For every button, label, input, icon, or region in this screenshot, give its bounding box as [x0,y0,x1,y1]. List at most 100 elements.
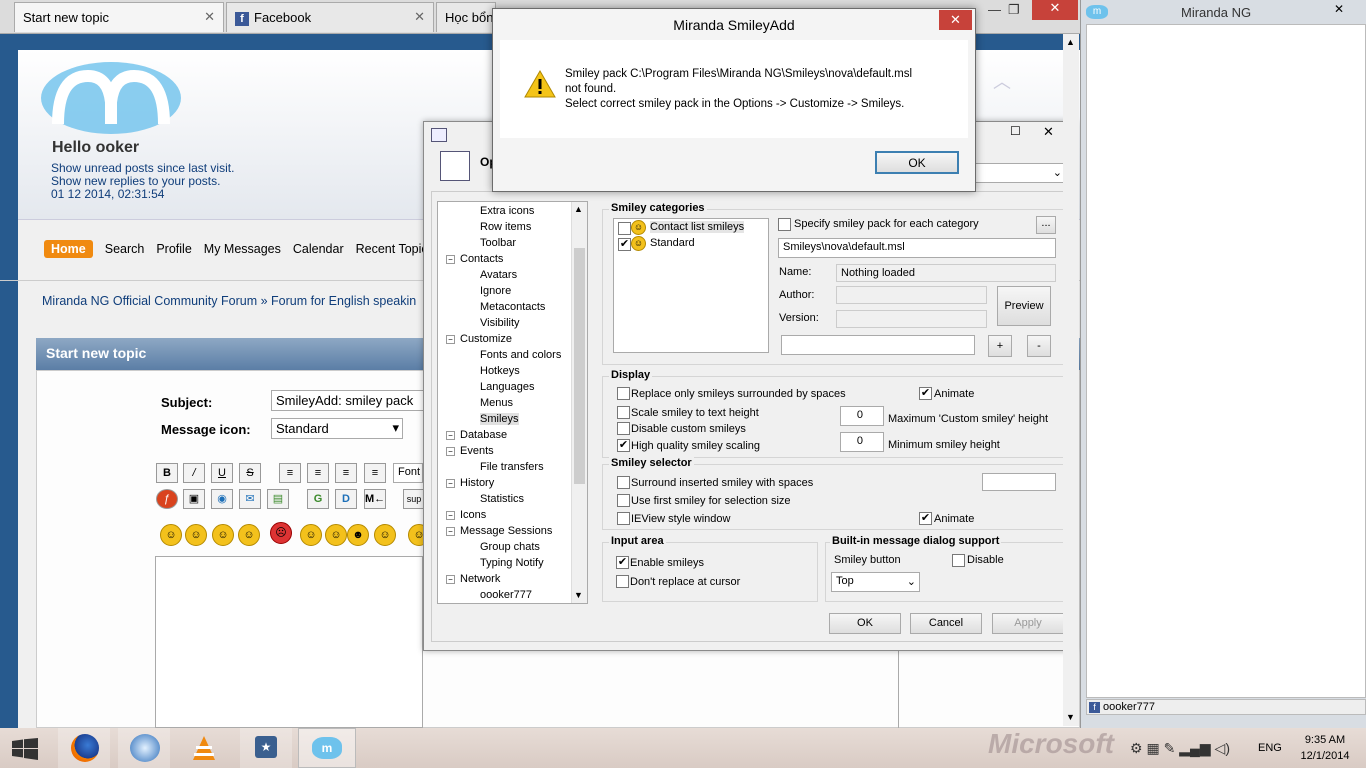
options-tree[interactable]: Extra icons Row items Toolbar Contacts − Avat… [437,201,588,604]
new-replies-link[interactable]: Show new replies to your posts. [51,174,220,188]
tree-item[interactable]: Network [460,573,500,585]
tree-expander-icon[interactable]: − [446,479,455,488]
close-icon[interactable]: ✕ [204,9,215,25]
min-height-spinner[interactable]: 0 [840,432,884,452]
tray-pen-icon[interactable]: ✎ [1164,740,1176,756]
strike-button[interactable]: S [239,463,261,483]
chevron-up-icon[interactable]: ︿ [993,68,1011,94]
tree-item[interactable]: Extra icons [480,205,534,217]
selector-color-box[interactable] [982,473,1056,491]
dont-replace-checkbox[interactable] [616,575,629,588]
tray-network-icon[interactable]: ▦ [1146,740,1159,756]
tree-expander-icon[interactable]: − [446,335,455,344]
smiley-icon[interactable]: ☺ [300,524,322,546]
tree-item[interactable]: Ignore [480,285,511,297]
disable-custom-checkbox[interactable] [617,422,630,435]
options-apply-button[interactable]: Apply [992,613,1064,634]
tree-item[interactable]: Message Sessions [460,525,552,537]
tree-item[interactable]: Customize [460,333,512,345]
nav-profile[interactable]: Profile [156,242,191,256]
pack-path-input[interactable]: Smileys\nova\default.msl [778,238,1056,258]
disable-button-checkbox[interactable] [952,554,965,567]
category-item[interactable]: Contact list smileys [650,221,745,233]
miranda-taskbar-button[interactable]: m [298,728,356,768]
tree-expander-icon[interactable]: − [446,447,455,456]
tree-item[interactable]: Icons [460,509,486,521]
superscript-button[interactable]: sup [403,489,425,509]
chevron-up-icon[interactable]: ▲ [574,204,583,214]
browse-button[interactable]: ... [1036,216,1056,234]
status-bar[interactable]: f oooker777 [1086,699,1366,715]
tree-item[interactable]: History [460,477,494,489]
preview-button[interactable]: Preview [997,286,1051,326]
tree-item[interactable]: Smileys [480,413,519,425]
email-icon[interactable]: ✉ [239,489,261,509]
tree-scrollbar[interactable]: ▲ ▼ [571,202,587,603]
tree-item[interactable]: Toolbar [480,237,516,249]
category-checkbox[interactable] [618,222,631,235]
tray-signal-icon[interactable]: ▂▄▆ [1179,740,1210,756]
close-icon[interactable]: ✕ [1334,2,1344,16]
underline-button[interactable]: U [211,463,233,483]
tree-item[interactable]: Row items [480,221,531,233]
msgbox-ok-button[interactable]: OK [875,151,959,174]
vlc-taskbar-button[interactable] [178,728,230,768]
tree-expander-icon[interactable]: − [446,575,455,584]
browser-scrollbar[interactable]: ▲ ▼ [1063,34,1079,726]
smiley-icon[interactable]: ☺ [160,524,182,546]
scrollbar-thumb[interactable] [574,248,585,484]
message-textarea[interactable] [155,556,423,728]
tree-item[interactable]: Group chats [480,541,540,553]
enable-smileys-checkbox[interactable]: ✔ [616,556,629,569]
remove-category-button[interactable]: - [1027,335,1051,357]
button-position-select[interactable]: Top ⌄ [831,572,920,592]
tree-item[interactable]: File transfers [480,461,544,473]
tab-start-new-topic[interactable]: Start new topic ✕ [14,2,224,32]
smiley-icon[interactable]: ☺ [212,524,234,546]
nav-recent-topics[interactable]: Recent Topic [356,242,428,256]
tree-item[interactable]: oooker777 [480,589,532,601]
tree-expander-icon[interactable]: − [446,511,455,520]
breadcrumb-board[interactable]: Forum for English speakin [271,294,416,308]
tree-item[interactable]: Typing Notify [480,557,544,569]
restore-icon[interactable]: ❐ [1008,2,1020,18]
specify-pack-checkbox[interactable] [778,218,791,231]
tray-app-icon[interactable]: ⚙ [1130,740,1143,756]
maximize-icon[interactable]: ☐ [1010,124,1021,138]
angry-smiley-icon[interactable]: ☹ [270,522,292,544]
thunderbird-taskbar-button[interactable] [118,728,170,768]
animate-checkbox[interactable]: ✔ [919,387,932,400]
tray-volume-icon[interactable]: ◁) [1215,740,1230,756]
first-smiley-checkbox[interactable] [617,494,630,507]
tree-item[interactable]: Hotkeys [480,365,520,377]
options-filter-select[interactable]: ⌄ [972,163,1066,183]
tree-item[interactable]: Metacontacts [480,301,545,313]
smiley-icon[interactable]: ☺ [185,524,207,546]
smiley-icon[interactable]: ☺ [238,524,260,546]
add-category-button[interactable]: + [988,335,1012,357]
tree-item[interactable]: Database [460,429,507,441]
tree-expander-icon[interactable]: − [446,527,455,536]
selector-animate-checkbox[interactable]: ✔ [919,512,932,525]
chevron-up-icon[interactable]: ▲ [1066,37,1075,47]
ieview-checkbox[interactable] [617,512,630,525]
cool-smiley-icon[interactable]: ☻ [347,524,369,546]
category-checkbox[interactable]: ✔ [618,238,631,251]
italic-button[interactable]: / [183,463,205,483]
align-center-icon[interactable]: ≡ [335,463,357,483]
nav-home[interactable]: Home [44,240,93,258]
tree-item[interactable]: Languages [480,381,534,393]
smiley-icon[interactable]: ☺ [325,524,347,546]
marquee-button[interactable]: M← [364,489,386,509]
category-name-input[interactable] [781,335,975,355]
font-select[interactable]: Font [393,463,423,483]
tree-item[interactable]: Visibility [480,317,520,329]
tree-item[interactable]: Avatars [480,269,517,281]
nav-my-messages[interactable]: My Messages [204,242,281,256]
align-right-icon[interactable]: ≡ [364,463,386,483]
chevron-down-icon[interactable]: ▼ [1066,712,1075,722]
nav-calendar[interactable]: Calendar [293,242,344,256]
align-left-icon[interactable]: ≡ [279,463,301,483]
close-icon[interactable]: ✕ [939,10,972,30]
minimize-icon[interactable]: — [988,2,1001,17]
